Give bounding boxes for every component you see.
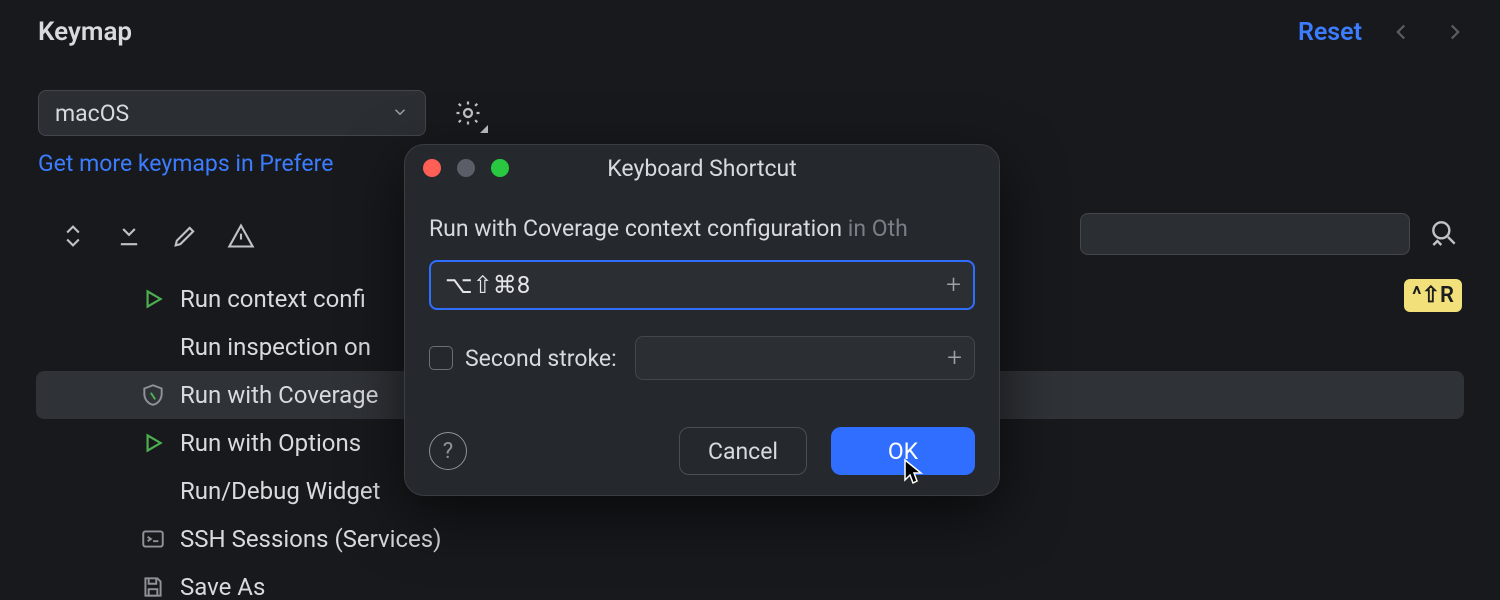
cursor-icon (902, 458, 924, 490)
reset-button[interactable]: Reset (1298, 18, 1362, 47)
back-button[interactable] (1386, 17, 1416, 47)
plus-icon[interactable]: + (947, 343, 962, 373)
help-button[interactable]: ? (429, 432, 467, 470)
tree-row-label: Run with Options (180, 429, 361, 457)
tree-row-label: Run/Debug Widget (180, 477, 381, 505)
find-action-icon[interactable] (1428, 217, 1460, 249)
window-minimize-icon[interactable] (457, 159, 475, 177)
edit-icon[interactable] (170, 221, 200, 251)
warning-icon[interactable] (226, 221, 256, 251)
tree-row-label: Run with Coverage (180, 381, 378, 409)
tree-row[interactable]: Save As (36, 563, 1464, 600)
save-icon (140, 574, 166, 600)
play-icon (140, 430, 166, 456)
shortcut-badge: ^⇧R (1404, 279, 1462, 312)
second-stroke-checkbox[interactable] (429, 346, 453, 370)
dialog-title: Keyboard Shortcut (607, 155, 796, 182)
second-stroke-label: Second stroke: (465, 345, 617, 372)
keyboard-shortcut-dialog: Keyboard Shortcut Run with Coverage cont… (404, 144, 1000, 496)
action-path-suffix: in Oth (848, 215, 908, 242)
shortcut-value: ⌥⇧⌘8 (445, 271, 530, 299)
tree-row-label: Run context confi (180, 285, 366, 313)
play-icon (140, 286, 166, 312)
tree-row-label: Run inspection on (180, 333, 371, 361)
window-close-icon[interactable] (423, 159, 441, 177)
shield-icon (140, 382, 166, 408)
blank-icon (140, 478, 166, 504)
action-path: Run with Coverage context configuration … (429, 215, 975, 242)
gear-icon[interactable] (450, 95, 486, 131)
forward-button[interactable] (1440, 17, 1470, 47)
expand-collapse-icon[interactable] (58, 221, 88, 251)
tree-row-label: Save As (180, 573, 265, 600)
window-maximize-icon[interactable] (491, 159, 509, 177)
action-name: Run with Coverage context configuration (429, 215, 842, 242)
tree-row-label: SSH Sessions (Services) (180, 525, 441, 553)
blank-icon (140, 334, 166, 360)
first-stroke-input[interactable]: ⌥⇧⌘8 + (429, 260, 975, 310)
terminal-icon (140, 526, 166, 552)
tree-row[interactable]: SSH Sessions (Services) (36, 515, 1464, 563)
keymap-select[interactable]: macOS (38, 90, 426, 136)
second-stroke-input[interactable]: + (635, 336, 975, 380)
collapse-icon[interactable] (114, 221, 144, 251)
chevron-down-icon (391, 100, 409, 127)
keymap-select-value: macOS (55, 100, 129, 127)
page-title: Keymap (38, 17, 132, 47)
plus-icon[interactable]: + (946, 270, 961, 300)
cancel-button[interactable]: Cancel (679, 427, 807, 475)
search-input[interactable] (1080, 213, 1410, 255)
